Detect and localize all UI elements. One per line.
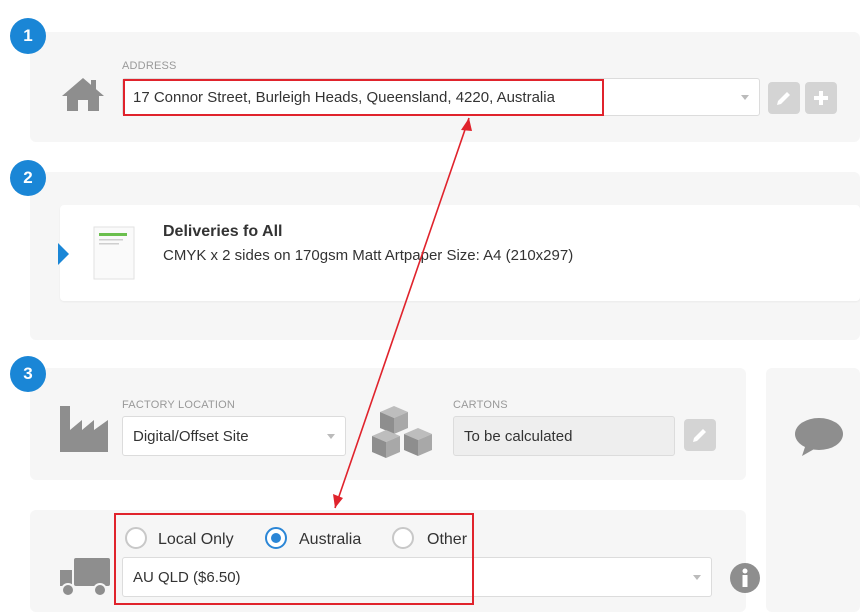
product-description: CMYK x 2 sides on 170gsm Matt Artpaper S… [163, 247, 574, 264]
edit-address-button[interactable] [768, 82, 800, 114]
truck-icon [58, 556, 112, 603]
delivery-highlight [114, 513, 474, 605]
chevron-down-icon[interactable] [327, 434, 335, 439]
add-address-button[interactable] [805, 82, 837, 114]
product-title: Deliveries fo All [163, 223, 283, 240]
chevron-down-icon[interactable] [693, 575, 701, 580]
pencil-icon [693, 429, 706, 442]
factory-location-select[interactable]: Digital/Offset Site [122, 416, 346, 456]
product-thumbnail [92, 225, 136, 286]
address-label: ADDRESS [122, 60, 177, 72]
info-icon[interactable] [729, 562, 761, 599]
address-highlight [123, 79, 604, 116]
cartons-field: To be calculated [453, 416, 675, 456]
home-icon [60, 76, 106, 117]
edit-cartons-button[interactable] [684, 419, 716, 451]
factory-location-value: Digital/Offset Site [133, 427, 249, 445]
comment-icon[interactable] [794, 416, 844, 463]
cartons-value: To be calculated [464, 427, 573, 445]
plus-icon [814, 91, 828, 105]
product-card[interactable]: Deliveries fo All CMYK x 2 sides on 170g… [58, 205, 860, 301]
factory-icon [58, 404, 110, 459]
notes-panel [766, 368, 860, 612]
pencil-icon [777, 92, 790, 105]
factory-location-label: FACTORY LOCATION [122, 399, 236, 411]
cartons-label: CARTONS [453, 399, 508, 411]
step-1-badge: 1 [10, 18, 46, 54]
chevron-right-icon [58, 243, 69, 265]
boxes-icon [372, 402, 440, 465]
step-3-badge: 3 [10, 356, 46, 392]
chevron-down-icon[interactable] [741, 95, 749, 100]
step-2-badge: 2 [10, 160, 46, 196]
